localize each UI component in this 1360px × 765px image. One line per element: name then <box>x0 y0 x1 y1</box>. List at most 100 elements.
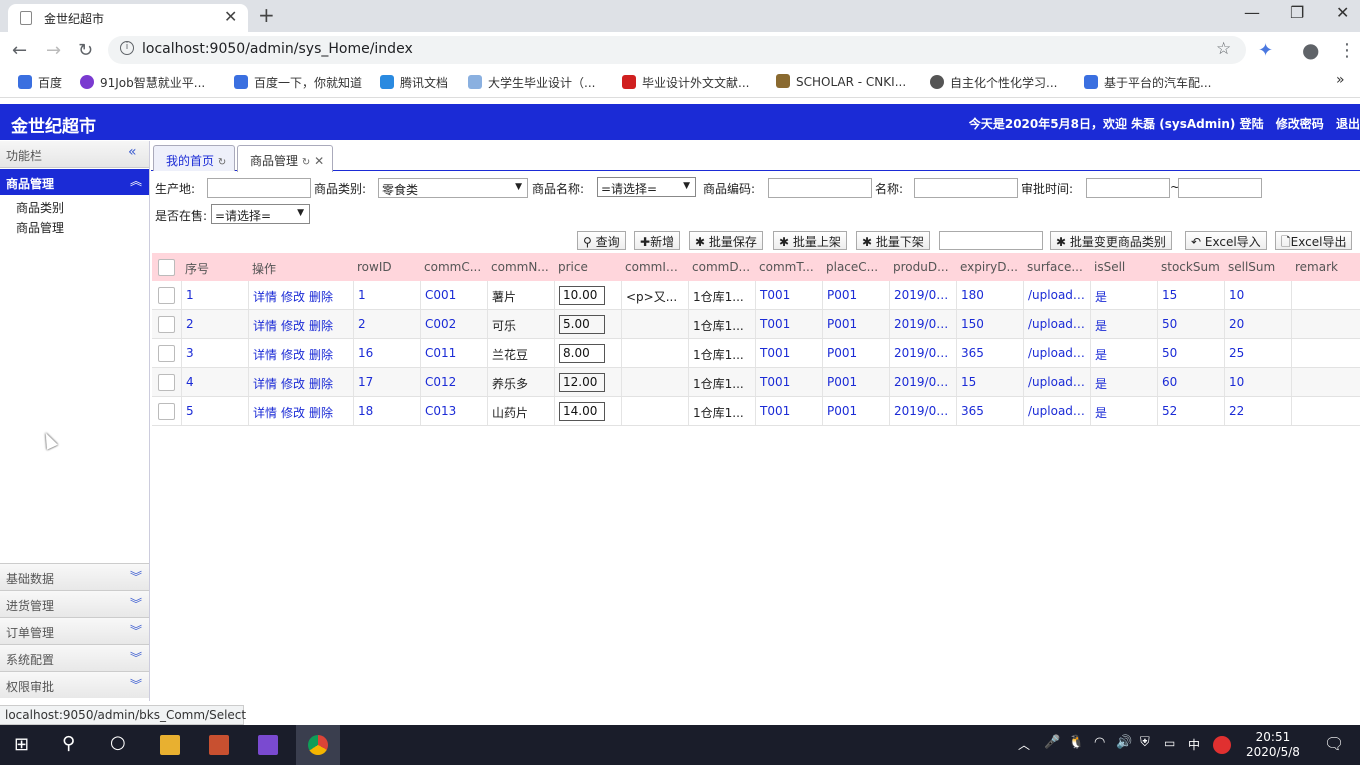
system-clock[interactable]: 20:51 2020/5/8 <box>1246 730 1300 760</box>
column-header[interactable]: expiryD... <box>956 253 1023 281</box>
logout-link[interactable]: 退出 <box>1336 117 1360 131</box>
url-text[interactable]: localhost:9050/admin/sys_Home/index <box>142 41 413 57</box>
column-header[interactable]: commIn... <box>621 253 688 281</box>
edit-link[interactable]: 修改 <box>281 377 305 391</box>
onsale-select[interactable]: =请选择= ▼ <box>211 204 310 224</box>
table-row[interactable]: 5 详情 修改 删除 18 C013 山药片 14.00 1仓库1... T001 P001 2019… <box>152 397 1360 426</box>
chevron-down-icon[interactable]: ︾ <box>130 595 142 612</box>
approve-end-input[interactable] <box>1178 178 1262 198</box>
column-header[interactable]: commC... <box>420 253 487 281</box>
battery-icon[interactable]: ▭ <box>1164 736 1175 750</box>
price-input[interactable]: 8.00 <box>559 344 605 363</box>
back-icon[interactable]: ← <box>12 40 27 61</box>
price-input[interactable]: 10.00 <box>559 286 605 305</box>
price-input[interactable]: 14.00 <box>559 402 605 421</box>
chevron-down-icon[interactable]: ︾ <box>130 622 142 639</box>
extension-icon[interactable]: ✦ <box>1258 40 1273 61</box>
table-row[interactable]: 1 详情 修改 删除 1 C001 薯片 10.00 <p>又... 1仓库1... T001 P00… <box>152 281 1360 310</box>
more-bookmarks-icon[interactable]: » <box>1336 72 1345 88</box>
delete-link[interactable]: 删除 <box>309 406 333 420</box>
add-button[interactable]: ✚新增 <box>634 231 681 250</box>
delete-link[interactable]: 删除 <box>309 348 333 362</box>
sidebar-group-config[interactable]: 系统配置 ︾ <box>0 644 149 671</box>
delete-link[interactable]: 删除 <box>309 319 333 333</box>
profile-icon[interactable]: ● <box>1302 38 1319 62</box>
chevron-up-icon[interactable]: ︽ <box>130 172 142 189</box>
origin-input[interactable] <box>207 178 311 198</box>
ime-indicator[interactable]: 中 <box>1188 736 1200 753</box>
column-header[interactable]: rowID <box>353 253 420 281</box>
batch-off-button[interactable]: ✱ 批量下架 <box>856 231 930 250</box>
price-input[interactable]: 5.00 <box>559 315 605 334</box>
browser-tab[interactable]: 金世纪超市 ✕ <box>8 4 248 32</box>
table-row[interactable]: 4 详情 修改 删除 17 C012 养乐多 12.00 1仓库1... T001 P001 2019… <box>152 368 1360 397</box>
qq-icon[interactable]: 🐧 <box>1068 735 1084 750</box>
bookmark-item[interactable]: SCHOLAR - CNKI... <box>776 74 906 89</box>
refresh-icon[interactable]: ↻ <box>218 157 226 168</box>
info-icon[interactable]: i <box>120 41 134 55</box>
menu-icon[interactable]: ⋮ <box>1338 40 1356 61</box>
file-explorer-icon[interactable] <box>160 735 180 755</box>
column-header[interactable]: commN... <box>487 253 554 281</box>
sidebar-item-goods[interactable]: 商品管理 <box>16 219 64 236</box>
batch-change-category-button[interactable]: ✱ 批量变更商品类别 <box>1050 231 1172 250</box>
refresh-icon[interactable]: ↻ <box>302 157 310 168</box>
sidebar-group-goods[interactable]: 商品管理 ︽ <box>0 169 149 195</box>
sogou-icon[interactable] <box>1213 736 1231 754</box>
close-icon[interactable]: ✕ <box>314 154 324 168</box>
column-header[interactable]: surface... <box>1023 253 1090 281</box>
edit-link[interactable]: 修改 <box>281 348 305 362</box>
bookmark-item[interactable]: 腾讯文档 <box>380 74 448 91</box>
tab-home[interactable]: 我的首页 ↻ <box>153 145 236 171</box>
bookmark-star-icon[interactable]: ☆ <box>1216 39 1231 59</box>
bookmark-item[interactable]: 百度 <box>18 74 62 91</box>
price-input[interactable]: 12.00 <box>559 373 605 392</box>
sidebar-group-permission[interactable]: 权限审批 ︾ <box>0 671 149 698</box>
column-header[interactable]: remark <box>1291 253 1360 281</box>
sidebar-group-basic[interactable]: 基础数据 ︾ <box>0 563 149 590</box>
edit-link[interactable]: 修改 <box>281 290 305 304</box>
detail-link[interactable]: 详情 <box>253 290 277 304</box>
column-header[interactable]: commT... <box>755 253 822 281</box>
delete-link[interactable]: 删除 <box>309 290 333 304</box>
detail-link[interactable]: 详情 <box>253 319 277 333</box>
change-password-link[interactable]: 修改密码 <box>1276 117 1324 131</box>
row-checkbox[interactable] <box>158 403 175 420</box>
visual-studio-icon[interactable] <box>258 735 278 755</box>
column-header[interactable]: placeC... <box>822 253 889 281</box>
select-all-checkbox[interactable] <box>158 259 175 276</box>
restore-icon[interactable]: ❐ <box>1290 3 1304 22</box>
sidebar-group-purchase[interactable]: 进货管理 ︾ <box>0 590 149 617</box>
excel-import-button[interactable]: ↶ Excel导入 <box>1185 231 1267 250</box>
wifi-icon[interactable]: ◠ <box>1094 735 1105 750</box>
batch-save-button[interactable]: ✱ 批量保存 <box>689 231 763 250</box>
detail-link[interactable]: 详情 <box>253 377 277 391</box>
row-checkbox[interactable] <box>158 316 175 333</box>
detail-link[interactable]: 详情 <box>253 348 277 362</box>
close-tab-icon[interactable]: ✕ <box>224 7 237 26</box>
bookmark-item[interactable]: 毕业设计外文文献... <box>622 74 749 91</box>
category-change-input[interactable] <box>939 231 1043 250</box>
code-input[interactable] <box>768 178 872 198</box>
chevron-up-icon[interactable]: ︿ <box>1018 736 1030 753</box>
sidebar-item-category[interactable]: 商品类别 <box>16 199 64 216</box>
edit-link[interactable]: 修改 <box>281 406 305 420</box>
column-header[interactable]: commD... <box>688 253 755 281</box>
chrome-taskbar-button[interactable] <box>296 725 340 765</box>
delete-link[interactable]: 删除 <box>309 377 333 391</box>
bookmark-item[interactable]: 基于平台的汽车配... <box>1084 74 1211 91</box>
column-header[interactable]: 操作 <box>248 253 353 281</box>
collapse-sidebar-icon[interactable]: « <box>128 144 137 160</box>
task-view-icon[interactable]: ○ <box>110 732 126 753</box>
excel-export-button[interactable]: 🗋Excel导出 <box>1275 231 1353 250</box>
chevron-down-icon[interactable]: ︾ <box>130 676 142 693</box>
batch-on-button[interactable]: ✱ 批量上架 <box>773 231 847 250</box>
sidebar-group-orders[interactable]: 订单管理 ︾ <box>0 617 149 644</box>
column-header[interactable]: 序号 <box>181 253 248 281</box>
detail-link[interactable]: 详情 <box>253 406 277 420</box>
row-checkbox[interactable] <box>158 374 175 391</box>
column-header[interactable]: isSell <box>1090 253 1157 281</box>
reload-icon[interactable]: ↻ <box>78 40 93 61</box>
chevron-down-icon[interactable]: ︾ <box>130 568 142 585</box>
office-icon[interactable] <box>209 735 229 755</box>
